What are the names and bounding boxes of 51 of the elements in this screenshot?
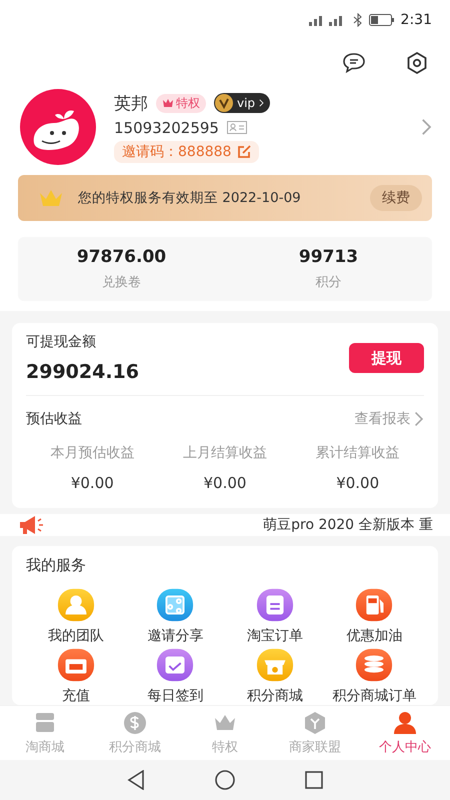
chevron-right-icon bbox=[414, 411, 424, 427]
balance-value: 99713 bbox=[298, 247, 358, 267]
user-name: 英邦 bbox=[114, 92, 148, 114]
balance-value: 97876.00 bbox=[76, 247, 166, 267]
service-label[interactable]: 充值 bbox=[62, 687, 90, 705]
phone-number: 15093202595 bbox=[114, 118, 219, 136]
crown-icon bbox=[38, 189, 64, 207]
balance-label: 积分 bbox=[316, 274, 342, 291]
home-icon[interactable] bbox=[215, 770, 235, 790]
tab[interactable]: 个人中心 bbox=[360, 706, 450, 760]
services-title: 我的服务 bbox=[26, 556, 87, 575]
service-label[interactable]: 淘宝订单 bbox=[246, 627, 303, 645]
earnings-value: ¥0.00 bbox=[70, 474, 114, 492]
person-icon bbox=[392, 710, 418, 736]
service-label[interactable]: 积分商城 bbox=[246, 687, 303, 705]
earnings-value: ¥0.00 bbox=[204, 474, 246, 492]
service-label[interactable]: 每日签到 bbox=[147, 687, 204, 705]
withdrawable-amount: 299024.16 bbox=[26, 361, 139, 383]
earnings-label: 上月结算收益 bbox=[182, 444, 267, 462]
chevron-right-icon bbox=[259, 99, 264, 107]
service-label[interactable]: 积分商城订单 bbox=[332, 687, 416, 705]
vip-badge[interactable]: vip bbox=[214, 93, 270, 113]
avatar[interactable] bbox=[20, 89, 96, 165]
service-label[interactable]: 优惠加油 bbox=[346, 627, 402, 645]
dollar-icon bbox=[122, 710, 148, 736]
earnings-value: ¥0.00 bbox=[336, 474, 380, 492]
recent-apps-icon[interactable] bbox=[305, 771, 323, 789]
withdraw-button[interactable]: 提现 bbox=[349, 343, 424, 373]
bluetooth-icon bbox=[352, 13, 363, 27]
crown-icon bbox=[162, 98, 174, 108]
earnings-title: 预估收益 bbox=[26, 410, 82, 428]
balance-label: 兑换卷 bbox=[102, 274, 141, 291]
renew-button[interactable]: 续费 bbox=[370, 185, 422, 211]
privilege-expiry-text: 您的特权服务有效期至 2022-10-09 bbox=[78, 189, 302, 207]
back-icon[interactable] bbox=[127, 770, 145, 790]
service-label[interactable]: 我的团队 bbox=[48, 627, 104, 645]
notice-text: 萌豆pro 2020 全新版本 重 bbox=[263, 516, 433, 534]
message-icon[interactable] bbox=[342, 52, 366, 74]
privilege-badge: 特权 bbox=[156, 94, 206, 112]
settings-icon[interactable] bbox=[406, 50, 428, 74]
cube-icon bbox=[302, 710, 328, 736]
battery-icon bbox=[368, 14, 395, 26]
earnings-label: 累计结算收益 bbox=[316, 444, 400, 462]
medal-icon bbox=[215, 94, 233, 112]
megaphone-icon bbox=[18, 515, 46, 535]
service-label[interactable]: 邀请分享 bbox=[147, 627, 204, 645]
edit-icon bbox=[237, 144, 252, 158]
earnings-label: 本月预估收益 bbox=[50, 444, 134, 462]
clock-time: 2:31 bbox=[400, 12, 432, 28]
chevron-right-icon bbox=[421, 118, 432, 136]
withdrawable-label: 可提现金额 bbox=[26, 333, 97, 351]
